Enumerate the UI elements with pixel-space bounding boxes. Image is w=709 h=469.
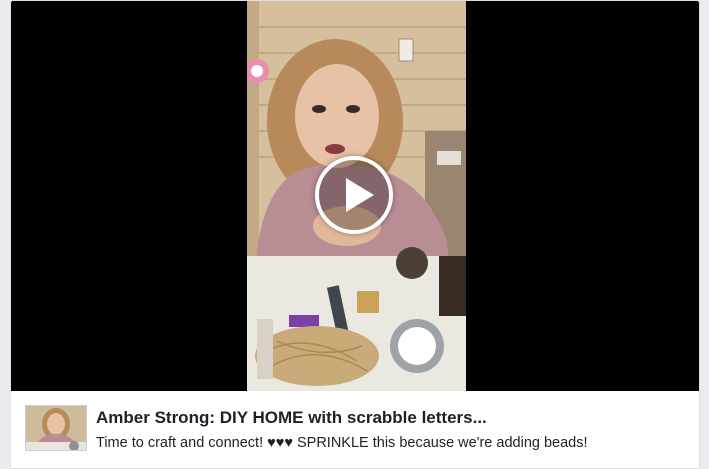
play-icon xyxy=(346,178,374,212)
post-info: Amber Strong: DIY HOME with scrabble let… xyxy=(11,391,699,468)
thumbnail-image xyxy=(26,406,86,450)
video-player[interactable] xyxy=(11,1,699,391)
post-description: Time to craft and connect! ♥♥♥ SPRINKLE … xyxy=(96,435,588,451)
post-thumbnail[interactable] xyxy=(25,405,87,451)
post-title[interactable]: Amber Strong: DIY HOME with scrabble let… xyxy=(96,408,686,428)
video-post-card: Amber Strong: DIY HOME with scrabble let… xyxy=(10,0,700,469)
play-button[interactable] xyxy=(315,156,393,234)
